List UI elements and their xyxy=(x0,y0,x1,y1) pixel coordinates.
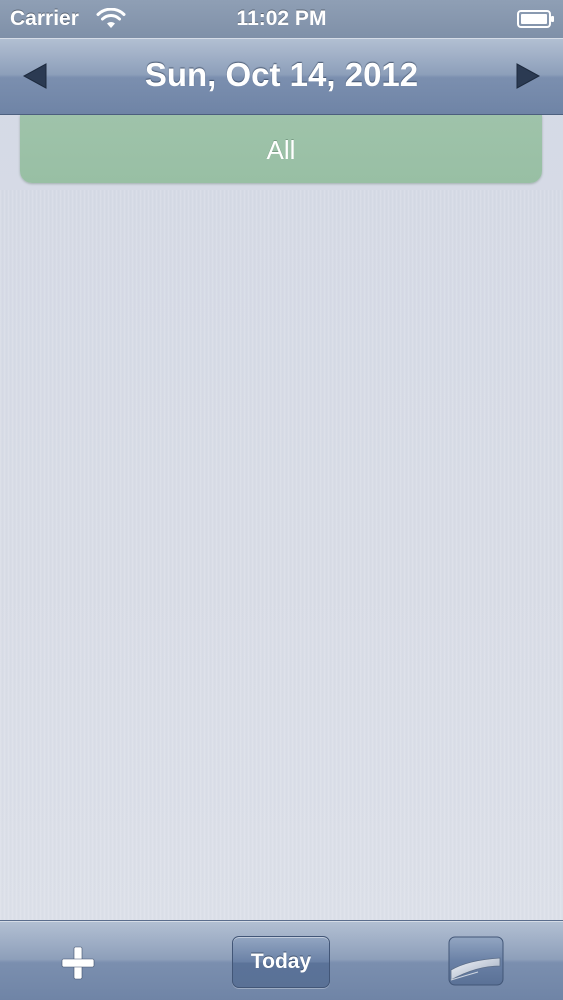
filter-all-tab[interactable]: All xyxy=(20,115,542,183)
page-curl-button[interactable] xyxy=(448,936,504,986)
date-title: Sun, Oct 14, 2012 xyxy=(144,56,419,93)
left-triangle-arrow-icon xyxy=(22,63,47,89)
filter-label: All xyxy=(266,135,296,165)
status-time: 11:02 PM xyxy=(236,7,327,30)
navigation-bar: Sun, Oct 14, 2012 xyxy=(0,38,563,115)
previous-day-button[interactable] xyxy=(18,58,54,94)
app-screen: Carrier 11:02 PM Sun, Oct 14, 2012 All T… xyxy=(0,0,563,1000)
battery-icon xyxy=(517,10,554,28)
plus-icon xyxy=(61,946,95,980)
right-triangle-arrow-icon xyxy=(516,63,541,89)
bottom-toolbar: Today xyxy=(0,920,563,1000)
event-list-area[interactable] xyxy=(0,190,563,920)
today-button[interactable]: Today xyxy=(232,936,330,988)
next-day-button[interactable] xyxy=(509,58,545,94)
add-button[interactable] xyxy=(56,941,100,985)
status-bar: Carrier 11:02 PM xyxy=(0,0,563,38)
